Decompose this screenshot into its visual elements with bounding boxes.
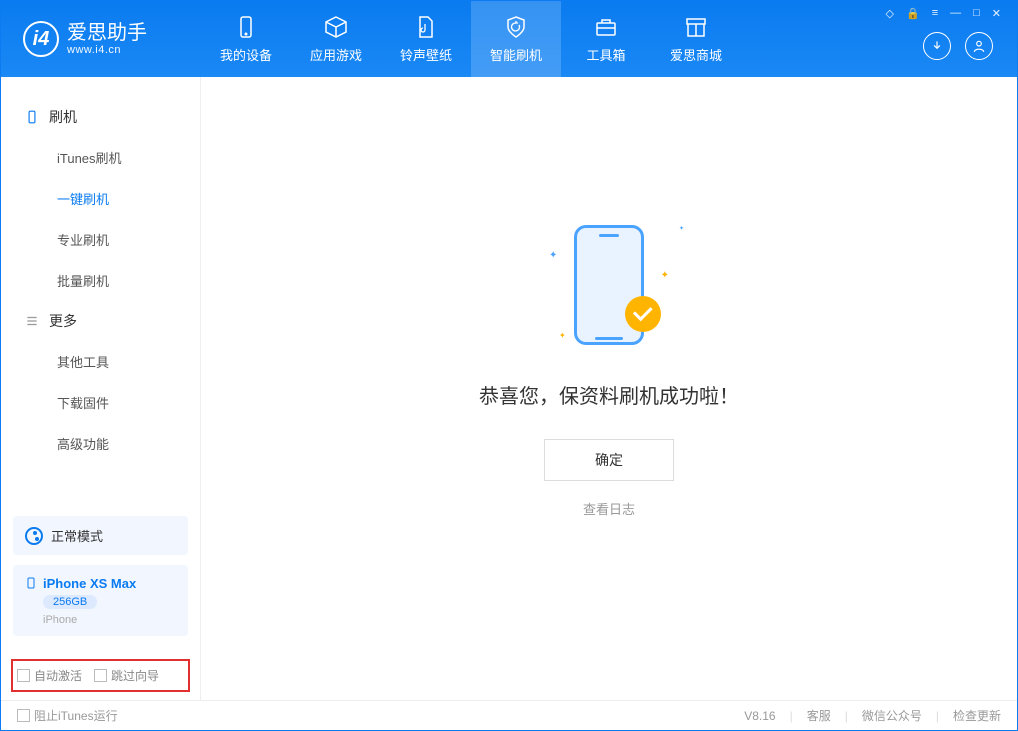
sidebar-group-flash[interactable]: 刷机 xyxy=(1,97,200,137)
maximize-button[interactable]: □ xyxy=(973,7,980,20)
shield-refresh-icon xyxy=(504,15,528,39)
logo-area[interactable]: i4 爱思助手 www.i4.cn xyxy=(1,21,201,57)
sidebar-item-advanced[interactable]: 高级功能 xyxy=(1,423,200,464)
checkbox-icon xyxy=(94,669,107,682)
main-content: ✦ ✦ ✦ ✦ 恭喜您，保资料刷机成功啦！ 确定 查看日志 xyxy=(201,77,1017,700)
user-button[interactable] xyxy=(965,32,993,60)
tab-label: 我的设备 xyxy=(220,45,272,64)
checkbox-label: 阻止iTunes运行 xyxy=(34,707,118,724)
success-check-icon xyxy=(625,296,661,332)
tab-apps-games[interactable]: 应用游戏 xyxy=(291,1,381,77)
block-itunes-checkbox[interactable]: 阻止iTunes运行 xyxy=(17,707,118,724)
device-icon xyxy=(234,15,258,39)
download-button[interactable] xyxy=(923,32,951,60)
skip-guide-checkbox[interactable]: 跳过向导 xyxy=(94,667,159,684)
window-controls: ◇ 🔒 ≡ — □ ✕ xyxy=(886,1,1007,20)
footer: 阻止iTunes运行 V8.16 | 客服 | 微信公众号 | 检查更新 xyxy=(1,700,1017,730)
tab-label: 工具箱 xyxy=(586,45,625,64)
sparkle-icon: ✦ xyxy=(679,225,684,232)
sidebar-group-more[interactable]: 更多 xyxy=(1,301,200,341)
account-icons xyxy=(923,32,1007,60)
tab-smart-flash[interactable]: 智能刷机 xyxy=(471,1,561,77)
list-icon xyxy=(25,314,39,328)
phone-refresh-icon xyxy=(25,110,39,124)
sidebar-item-other-tools[interactable]: 其他工具 xyxy=(1,341,200,382)
minimize-button[interactable]: — xyxy=(950,7,961,20)
group-title: 更多 xyxy=(49,311,77,331)
logo-icon: i4 xyxy=(23,21,59,57)
music-file-icon xyxy=(414,15,438,39)
device-type: iPhone xyxy=(43,614,176,626)
device-storage: 256GB xyxy=(43,595,97,609)
sparkle-icon: ✦ xyxy=(661,270,669,281)
app-url: www.i4.cn xyxy=(67,44,147,56)
wechat-link[interactable]: 微信公众号 xyxy=(862,707,922,724)
bottom-checks-highlighted: 自动激活 跳过向导 xyxy=(11,659,190,692)
tab-label: 应用游戏 xyxy=(310,45,362,64)
cube-icon xyxy=(324,15,348,39)
sidebar-item-download-firmware[interactable]: 下载固件 xyxy=(1,382,200,423)
tab-store[interactable]: 爱思商城 xyxy=(651,1,741,77)
checkbox-icon xyxy=(17,709,30,722)
view-log-link[interactable]: 查看日志 xyxy=(583,499,635,518)
body-area: 刷机 iTunes刷机 一键刷机 专业刷机 批量刷机 更多 其他工具 下载固件 … xyxy=(1,77,1017,700)
device-box[interactable]: iPhone XS Max 256GB iPhone xyxy=(13,565,188,636)
mode-box[interactable]: 正常模式 xyxy=(13,516,188,555)
mode-label: 正常模式 xyxy=(51,526,103,545)
nav-tabs: 我的设备 应用游戏 铃声壁纸 智能刷机 工具箱 爱思商城 xyxy=(201,1,741,77)
phone-icon xyxy=(25,575,37,591)
group-title: 刷机 xyxy=(49,107,77,127)
device-panel: 正常模式 iPhone XS Max 256GB iPhone xyxy=(13,516,188,636)
customer-service-link[interactable]: 客服 xyxy=(807,707,831,724)
separator: | xyxy=(845,709,848,723)
sparkle-icon: ✦ xyxy=(559,331,566,340)
success-message: 恭喜您，保资料刷机成功啦！ xyxy=(479,380,739,409)
sidebar: 刷机 iTunes刷机 一键刷机 专业刷机 批量刷机 更多 其他工具 下载固件 … xyxy=(1,77,201,700)
sidebar-item-itunes-flash[interactable]: iTunes刷机 xyxy=(1,137,200,178)
ok-button[interactable]: 确定 xyxy=(544,439,674,481)
device-name-row: iPhone XS Max xyxy=(25,575,176,591)
header-right: ◇ 🔒 ≡ — □ ✕ xyxy=(886,1,1007,77)
tab-label: 爱思商城 xyxy=(670,45,722,64)
tab-label: 智能刷机 xyxy=(490,45,542,64)
tab-label: 铃声壁纸 xyxy=(400,45,452,64)
version-label: V8.16 xyxy=(744,709,775,723)
sparkle-icon: ✦ xyxy=(549,250,557,261)
app-header: i4 爱思助手 www.i4.cn 我的设备 应用游戏 铃声壁纸 智能刷机 工具… xyxy=(1,1,1017,77)
sidebar-item-onekey-flash[interactable]: 一键刷机 xyxy=(1,178,200,219)
sidebar-item-pro-flash[interactable]: 专业刷机 xyxy=(1,219,200,260)
separator: | xyxy=(936,709,939,723)
success-illustration: ✦ ✦ ✦ ✦ xyxy=(519,220,699,350)
tshirt-icon[interactable]: ◇ xyxy=(886,7,894,20)
device-name: iPhone XS Max xyxy=(43,576,136,591)
tab-toolbox[interactable]: 工具箱 xyxy=(561,1,651,77)
logo-text: 爱思助手 www.i4.cn xyxy=(67,22,147,56)
separator: | xyxy=(790,709,793,723)
sidebar-item-batch-flash[interactable]: 批量刷机 xyxy=(1,260,200,301)
tab-my-device[interactable]: 我的设备 xyxy=(201,1,291,77)
tab-ringtone-wallpaper[interactable]: 铃声壁纸 xyxy=(381,1,471,77)
menu-icon[interactable]: ≡ xyxy=(932,7,938,20)
checkbox-label: 跳过向导 xyxy=(111,667,159,684)
checkbox-label: 自动激活 xyxy=(34,667,82,684)
footer-right: V8.16 | 客服 | 微信公众号 | 检查更新 xyxy=(744,707,1001,724)
close-button[interactable]: ✕ xyxy=(992,7,1001,20)
toolbox-icon xyxy=(594,15,618,39)
auto-activate-checkbox[interactable]: 自动激活 xyxy=(17,667,82,684)
store-icon xyxy=(684,15,708,39)
mode-icon xyxy=(25,527,43,545)
lock-icon[interactable]: 🔒 xyxy=(906,7,920,20)
app-name: 爱思助手 xyxy=(67,22,147,44)
checkbox-icon xyxy=(17,669,30,682)
check-update-link[interactable]: 检查更新 xyxy=(953,707,1001,724)
